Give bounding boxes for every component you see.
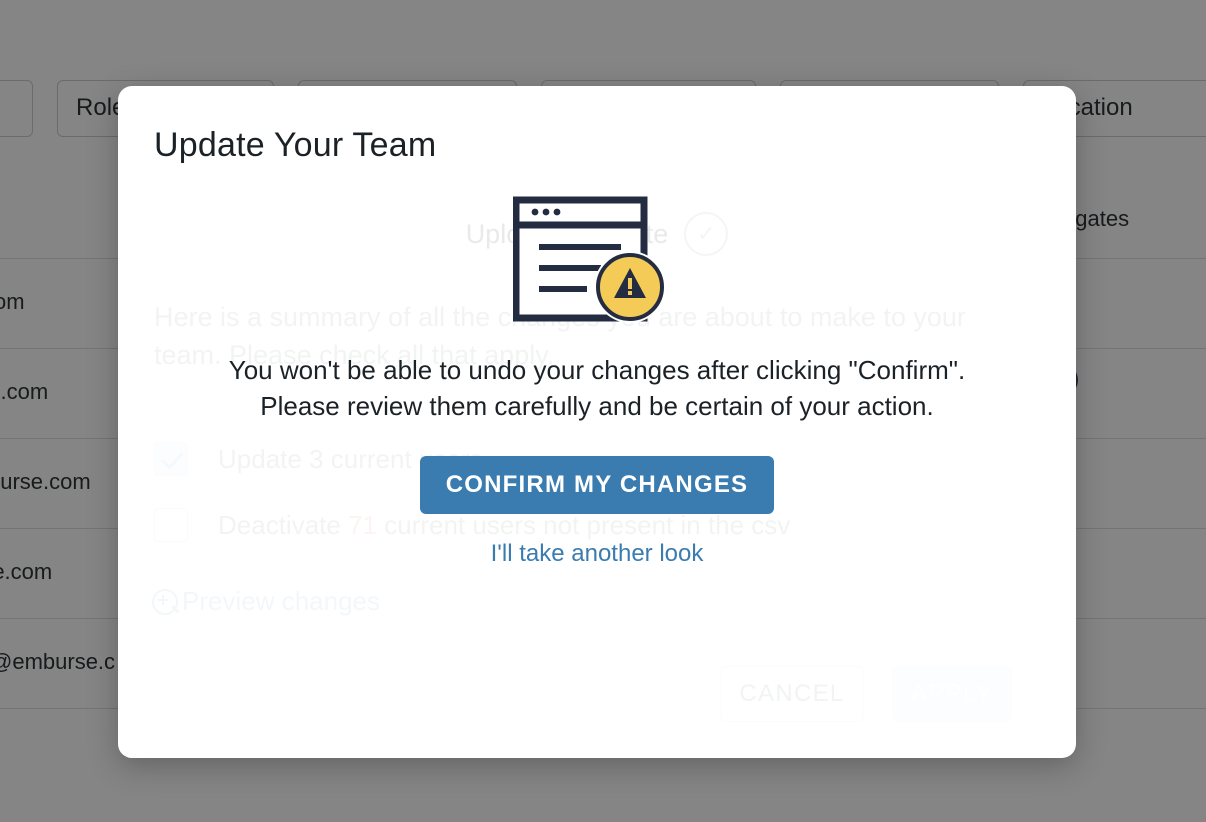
preview-changes-link[interactable]: Preview changes xyxy=(152,586,380,617)
checkbox-deactivate-users[interactable] xyxy=(154,508,188,542)
take-another-look-link[interactable]: I'll take another look xyxy=(491,540,704,568)
deactivate-count: 71 xyxy=(348,509,377,540)
upload-step-label: Upload complete xyxy=(465,218,669,249)
deactivate-text-before: Deactivate xyxy=(218,509,349,540)
preview-changes-label: Preview changes xyxy=(182,586,380,616)
deactivate-text-after: current users not present in the csv xyxy=(377,509,791,540)
upload-step-indicator: Upload complete ✓ xyxy=(118,212,1076,256)
summary-text: Here is a summary of all the changes you… xyxy=(154,302,966,370)
app-root: Role Location Delegates om rse.com burse… xyxy=(0,0,1206,822)
apply-button[interactable]: APPLY xyxy=(892,666,1012,722)
zoom-handle xyxy=(171,604,180,614)
zoom-in-icon xyxy=(152,588,180,615)
page-title: Update Your Team xyxy=(154,126,437,164)
checkbox-update-users[interactable] xyxy=(154,442,188,476)
checkbox-deactivate-users-label: Deactivate 71 current users not present … xyxy=(218,510,790,541)
update-team-modal: Update Your Team Upload complete ✓ Here … xyxy=(118,86,1076,758)
confirm-my-changes-button[interactable]: CONFIRM MY CHANGES xyxy=(419,456,775,514)
modal-footer: CANCEL APPLY xyxy=(720,666,1012,722)
check-icon: ✓ xyxy=(684,212,729,256)
cancel-button[interactable]: CANCEL xyxy=(720,666,864,722)
